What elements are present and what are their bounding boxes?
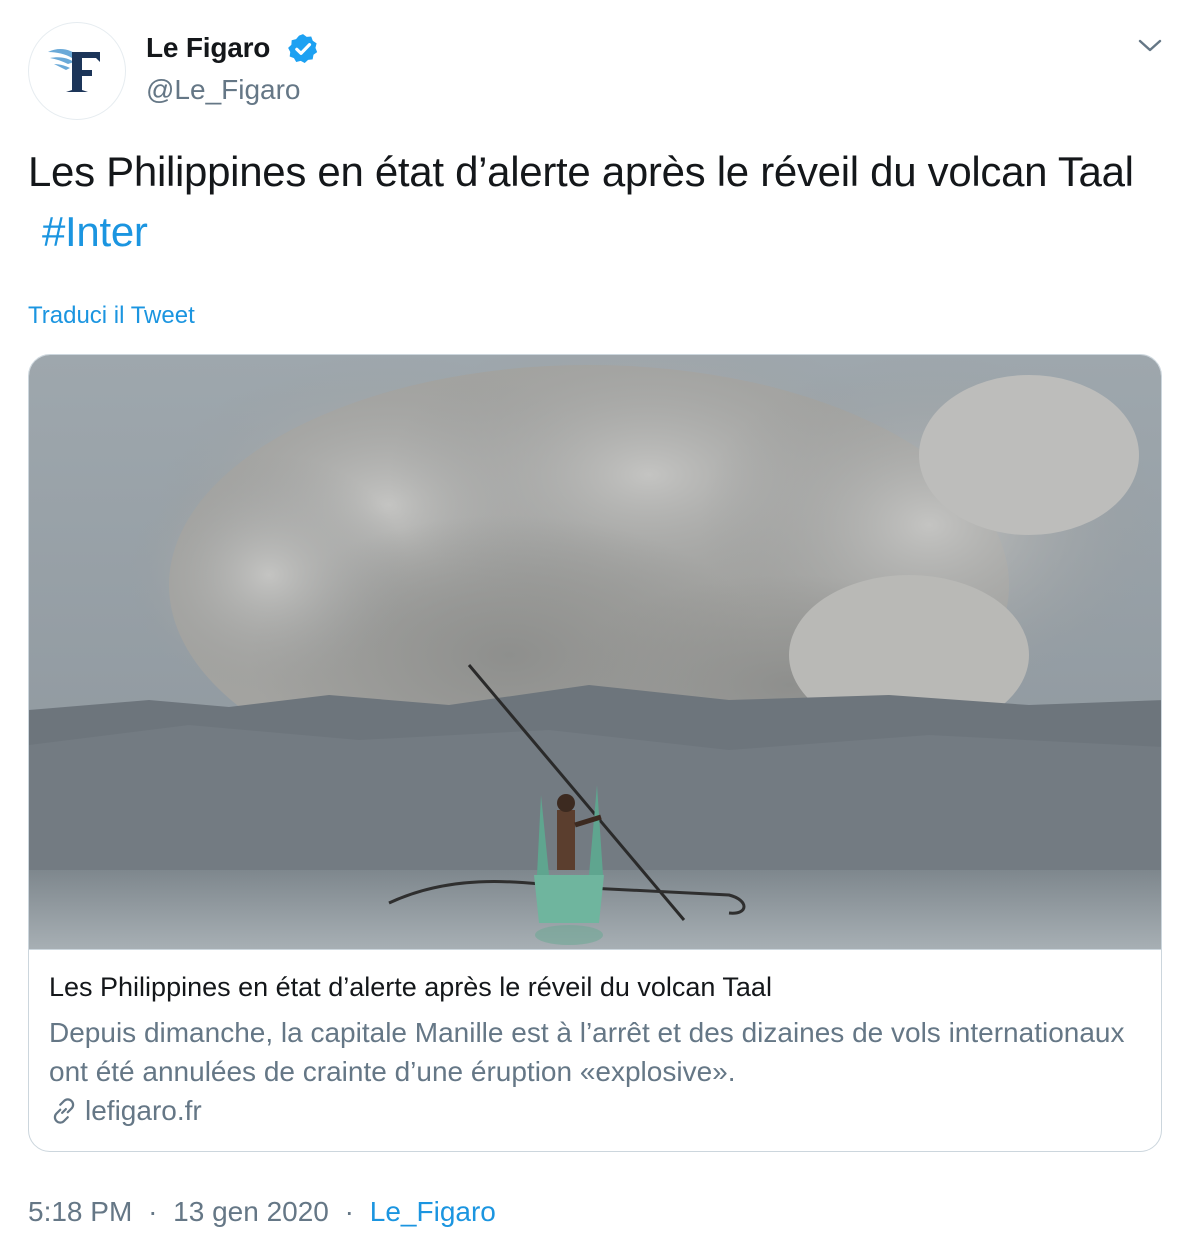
card-title[interactable]: Les Philippines en état d’alerte après l… <box>49 972 772 1003</box>
hashtag-link[interactable]: #Inter <box>42 208 148 255</box>
user-handle[interactable]: @Le_Figaro <box>146 74 301 106</box>
meta-separator: · <box>344 1196 354 1227</box>
display-name[interactable]: Le Figaro <box>146 32 270 64</box>
card-domain[interactable]: lefigaro.fr <box>49 1095 202 1127</box>
tweet: Le Figaro @Le_Figaro Les Philippines en … <box>0 0 1194 1258</box>
link-card[interactable]: Les Philippines en état d’alerte après l… <box>28 354 1162 1152</box>
card-image <box>29 355 1161 950</box>
verified-badge-icon <box>288 34 318 64</box>
tweet-body: Les Philippines en état d’alerte après l… <box>28 148 1134 195</box>
chevron-down-icon[interactable] <box>1136 36 1164 56</box>
card-description: Depuis dimanche, la capitale Manille est… <box>49 1017 1125 1087</box>
le-figaro-logo-icon <box>48 49 100 92</box>
tweet-meta: 5:18 PM · 13 gen 2020 · Le_Figaro <box>28 1196 496 1228</box>
card-domain-text: lefigaro.fr <box>85 1095 202 1126</box>
tweet-date[interactable]: 13 gen 2020 <box>173 1196 329 1227</box>
link-icon <box>53 1098 75 1124</box>
tweet-source[interactable]: Le_Figaro <box>370 1196 496 1227</box>
meta-separator: · <box>148 1196 158 1227</box>
avatar[interactable] <box>28 22 126 120</box>
tweet-time[interactable]: 5:18 PM <box>28 1196 132 1227</box>
translate-tweet-link[interactable]: Traduci il Tweet <box>28 302 195 330</box>
tweet-text: Les Philippines en état d’alerte après l… <box>28 142 1148 262</box>
